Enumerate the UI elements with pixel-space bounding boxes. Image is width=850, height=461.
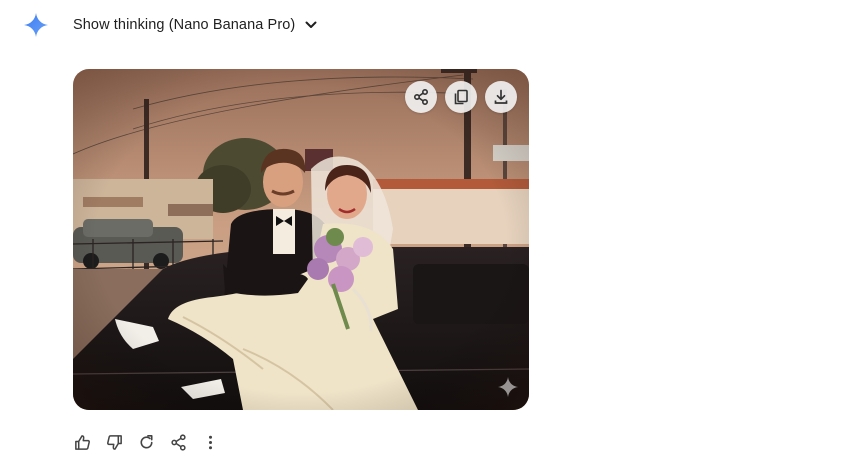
download-icon	[494, 89, 508, 104]
share-response-button[interactable]	[167, 431, 189, 453]
good-response-button[interactable]	[71, 431, 93, 453]
generated-image[interactable]	[73, 69, 529, 410]
share-icon	[170, 433, 186, 451]
chevron-down-icon	[305, 21, 317, 28]
thumb-up-icon	[74, 434, 90, 450]
more-options-button[interactable]	[199, 431, 221, 453]
redo-button[interactable]	[135, 431, 157, 453]
copy-icon	[454, 89, 468, 105]
bad-response-button[interactable]	[103, 431, 125, 453]
image-copy-button[interactable]	[445, 81, 477, 113]
show-thinking-label: Show thinking (Nano Banana Pro)	[73, 17, 296, 33]
sparkle-watermark-icon	[498, 377, 518, 397]
wedding-photo	[73, 69, 529, 410]
thumb-down-icon	[106, 434, 122, 450]
more-vert-icon	[208, 435, 212, 449]
image-download-button[interactable]	[485, 81, 517, 113]
image-share-button[interactable]	[405, 81, 437, 113]
show-thinking-toggle[interactable]: Show thinking (Nano Banana Pro)	[63, 10, 329, 40]
gemini-sparkle-icon	[24, 13, 48, 37]
refresh-icon	[140, 434, 153, 448]
share-icon	[413, 88, 429, 106]
response-actions	[71, 431, 231, 453]
